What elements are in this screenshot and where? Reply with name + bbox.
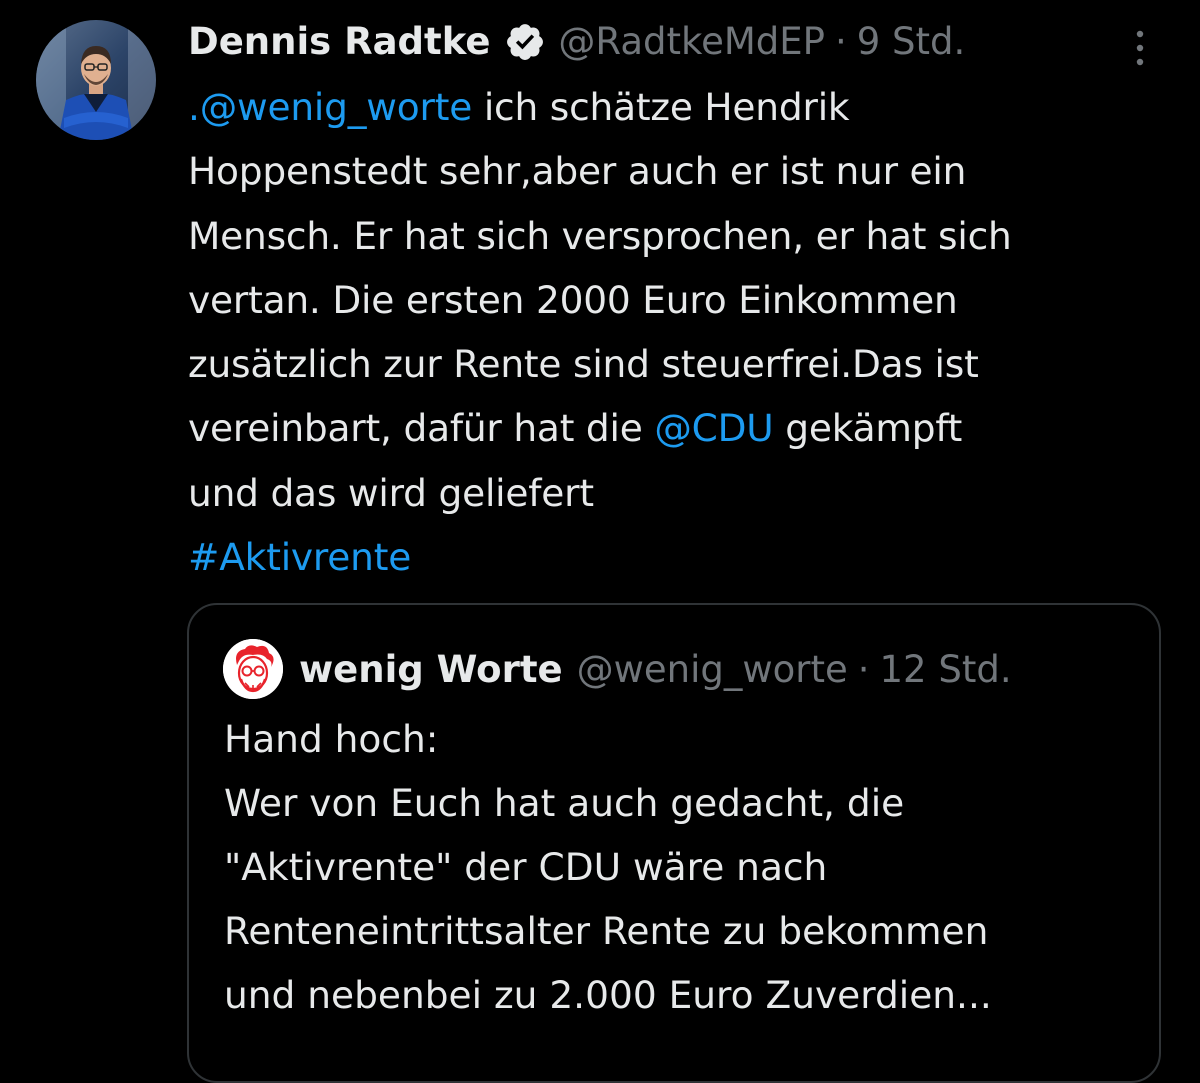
quoted-tweet-line: Hand hoch: — [224, 717, 439, 761]
tweet-line: #Aktivrente — [188, 525, 1178, 589]
tweet-line: Hoppenstedt sehr,aber auch er ist nur ei… — [188, 149, 967, 194]
author-avatar-photo — [36, 20, 156, 140]
quoted-tweet-line: Wer von Euch hat auch gedacht, die — [224, 781, 905, 825]
quoted-tweet-line: Renteneintrittsalter Rente zu bekommen — [224, 909, 989, 953]
tweet-line: Mensch. Er hat sich versprochen, er hat … — [188, 213, 1012, 258]
quoted-author-handle[interactable]: @wenig_worte — [577, 648, 848, 691]
quoted-tweet-card[interactable]: wenig Worte @wenig_worte · 12 Std. Hand … — [187, 603, 1161, 1083]
header-separator: · — [834, 20, 847, 63]
tweet-line: und das wird geliefert — [188, 470, 594, 515]
tweet-header: Dennis Radtke @RadtkeMdEP · 9 Std. — [188, 14, 965, 70]
quoted-header-separator: · — [857, 647, 870, 691]
hashtag-link[interactable]: #Aktivrente — [188, 535, 411, 579]
quoted-author-avatar[interactable] — [223, 639, 283, 699]
mention-link[interactable]: @CDU — [654, 406, 773, 450]
quoted-tweet-timestamp[interactable]: 12 Std. — [880, 648, 1012, 691]
verified-badge-icon[interactable] — [504, 21, 546, 63]
author-avatar[interactable] — [36, 20, 156, 140]
more-options-icon[interactable] — [1124, 26, 1156, 70]
tweet-line: zusätzlich zur Rente sind steuerfrei.Das… — [188, 342, 979, 387]
author-display-name[interactable]: Dennis Radtke — [188, 14, 490, 70]
tweet-line: .@wenig_worte ich schätze Hendrik — [188, 85, 850, 129]
tweet-line: vertan. Die ersten 2000 Euro Einkommen — [188, 277, 958, 322]
quoted-tweet-text: Hand hoch: Wer von Euch hat auch gedacht… — [224, 707, 1144, 1027]
tweet-text: .@wenig_worte ich schätze Hendrik Hoppen… — [188, 75, 1178, 589]
quoted-author-avatar-drawing — [223, 639, 283, 699]
quoted-tweet-header: wenig Worte @wenig_worte · 12 Std. — [299, 639, 1012, 699]
quoted-tweet-line: und nebenbei zu 2.000 Euro Zuverdien... — [224, 973, 992, 1017]
mention-link[interactable]: .@wenig_worte — [188, 85, 472, 129]
tweet-timestamp[interactable]: 9 Std. — [857, 14, 966, 70]
quoted-author-display-name[interactable]: wenig Worte — [299, 648, 563, 691]
tweet-line: vereinbart, dafür hat die @CDU gekämpft — [188, 406, 963, 451]
author-handle[interactable]: @RadtkeMdEP — [558, 14, 825, 70]
quoted-tweet-line: "Aktivrente" der CDU wäre nach — [224, 845, 828, 889]
